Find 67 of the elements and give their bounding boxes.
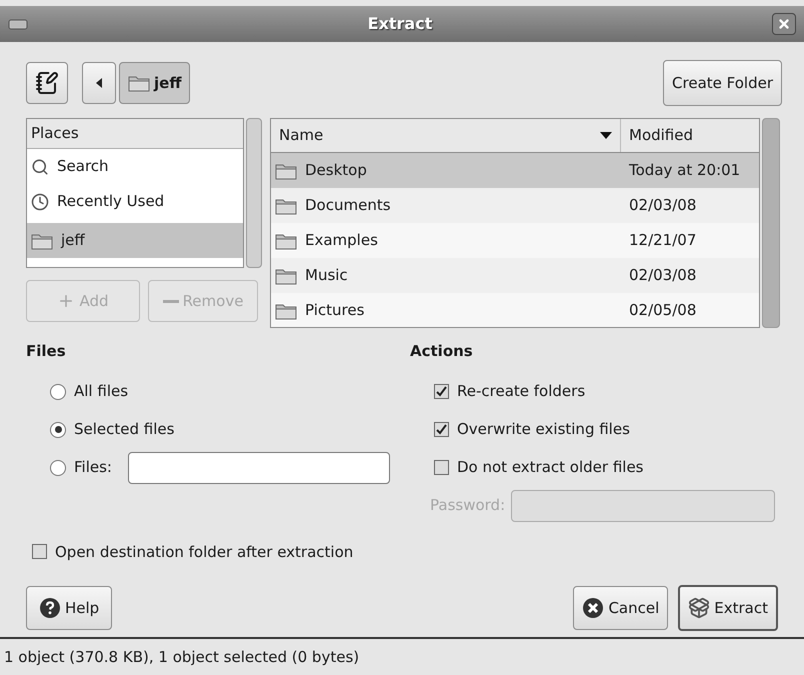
checkbox[interactable] bbox=[434, 384, 449, 399]
file-name: Examples bbox=[305, 230, 378, 252]
clock-icon bbox=[31, 192, 49, 210]
folder-icon bbox=[275, 162, 297, 180]
column-header[interactable]: Modified bbox=[621, 119, 759, 152]
create-folder-button[interactable]: Create Folder bbox=[663, 60, 782, 106]
radio-label: Selected files bbox=[74, 419, 174, 440]
folder-icon bbox=[275, 232, 297, 250]
modified-date: 02/03/08 bbox=[628, 195, 698, 216]
checkbox[interactable] bbox=[434, 460, 449, 475]
extract-button[interactable]: Extract bbox=[678, 585, 778, 631]
radio-label: Files: bbox=[74, 457, 112, 478]
notepad-icon bbox=[35, 71, 59, 95]
checkbox-label: Re-create folders bbox=[457, 381, 586, 402]
checkbox-label: Overwrite existing files bbox=[457, 419, 630, 440]
password-label: Password: bbox=[430, 495, 506, 516]
radio-label: All files bbox=[74, 381, 128, 402]
file-name: Pictures bbox=[305, 300, 364, 322]
file-name: Desktop bbox=[305, 160, 367, 182]
checkbox[interactable] bbox=[32, 544, 47, 560]
section-title: Actions bbox=[410, 341, 474, 362]
section-title: Files bbox=[26, 341, 67, 362]
edit-location-button[interactable] bbox=[26, 62, 68, 104]
help-button[interactable]: Help bbox=[26, 586, 112, 630]
folder-icon bbox=[275, 266, 297, 284]
radio-button[interactable] bbox=[50, 460, 66, 476]
path-button[interactable]: jeff bbox=[119, 62, 190, 104]
column-header[interactable]: Places bbox=[27, 119, 243, 149]
status-text: 1 object (370.8 KB), 1 object selected (0 bytes) bbox=[4, 646, 360, 668]
file-row[interactable]: Music 02/03/08 bbox=[271, 258, 759, 293]
box-icon bbox=[688, 597, 710, 619]
file-name: Music bbox=[305, 265, 348, 286]
column-header[interactable]: Name bbox=[271, 119, 621, 152]
place-item[interactable]: jeff bbox=[27, 223, 243, 258]
file-row[interactable]: Pictures 02/05/08 bbox=[271, 293, 759, 327]
files-input-field[interactable] bbox=[128, 452, 390, 484]
checkbox[interactable] bbox=[434, 422, 449, 437]
modified-date: 02/05/08 bbox=[628, 300, 698, 322]
file-row[interactable]: Examples 12/21/07 bbox=[271, 223, 759, 258]
folder-icon bbox=[275, 302, 297, 320]
file-row[interactable]: Documents 02/03/08 bbox=[271, 188, 759, 223]
radio-button[interactable] bbox=[50, 384, 66, 400]
close-icon bbox=[777, 17, 791, 31]
cancel-button[interactable]: Cancel bbox=[573, 586, 668, 630]
folder-icon bbox=[128, 74, 150, 92]
search-icon bbox=[31, 158, 49, 176]
modified-date: 12/21/07 bbox=[628, 230, 698, 252]
cancel-icon bbox=[582, 597, 604, 619]
modified-date: Today at 20:01 bbox=[628, 160, 742, 182]
sort-down-icon bbox=[600, 132, 612, 139]
modified-date: 02/03/08 bbox=[628, 265, 698, 286]
help-icon bbox=[39, 597, 61, 619]
close-button[interactable] bbox=[772, 13, 796, 35]
radio-button[interactable] bbox=[50, 422, 66, 438]
window-icon bbox=[8, 18, 28, 30]
file-row[interactable]: Desktop Today at 20:01 bbox=[271, 153, 759, 188]
folder-icon bbox=[275, 196, 297, 214]
back-button[interactable] bbox=[82, 62, 116, 104]
checkbox-label: Do not extract older files bbox=[457, 457, 644, 478]
checkbox-label: Open destination folder after extraction bbox=[55, 542, 354, 562]
left-triangle-icon bbox=[96, 78, 102, 88]
scrollbar[interactable] bbox=[762, 118, 780, 328]
file-name: Documents bbox=[305, 195, 391, 216]
scrollbar[interactable] bbox=[246, 118, 262, 268]
folder-icon bbox=[31, 232, 53, 250]
minus-icon bbox=[162, 300, 179, 302]
window-title: Extract bbox=[366, 13, 434, 35]
